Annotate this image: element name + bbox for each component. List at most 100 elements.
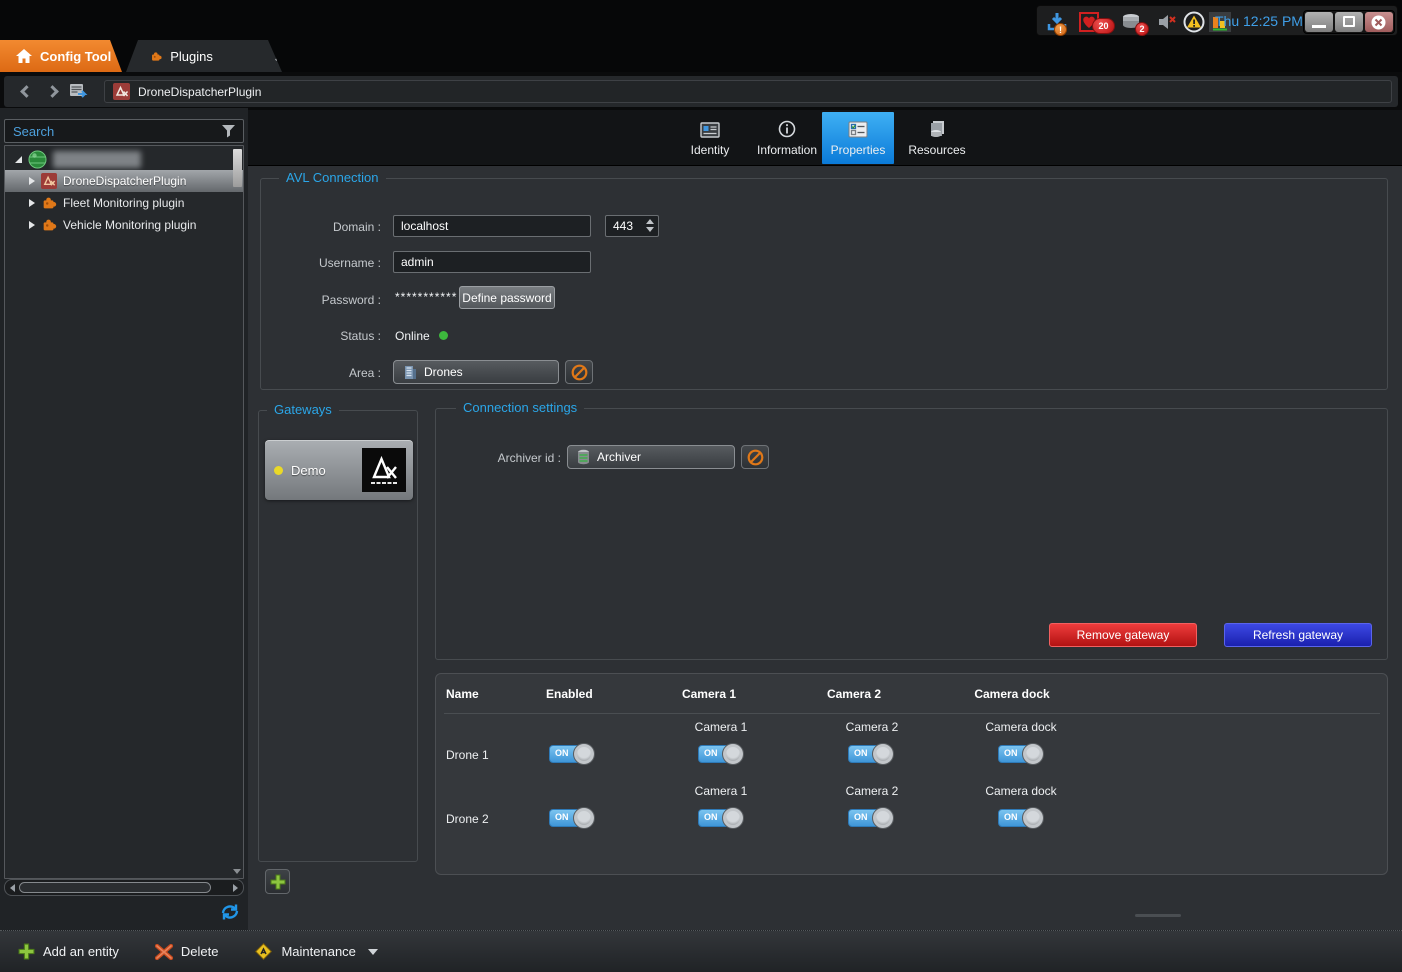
maintenance-button[interactable]: Maintenance xyxy=(244,937,387,967)
tab-properties-label: Properties xyxy=(831,143,886,157)
tab-resources[interactable]: Resources xyxy=(897,112,977,164)
drone2-camera2-toggle[interactable]: ON xyxy=(848,807,894,829)
gateway-tile-demo[interactable]: Demo xyxy=(265,440,413,500)
tree-item-drone-dispatcher-plugin[interactable]: DroneDispatcherPlugin xyxy=(5,170,243,192)
drone1-enabled-toggle[interactable]: ON xyxy=(549,743,595,765)
scroll-down-arrow[interactable] xyxy=(233,869,241,874)
camera-label: Camera 2 xyxy=(832,720,912,734)
expand-closed-icon[interactable] xyxy=(29,199,35,207)
home-icon xyxy=(16,49,32,63)
add-entity-button[interactable]: Add an entity xyxy=(8,937,129,967)
archiver-dropdown[interactable]: Archiver xyxy=(567,445,735,469)
toggle-knob xyxy=(573,743,595,765)
area-clear-button[interactable] xyxy=(565,360,593,384)
refresh-icon[interactable] xyxy=(219,901,241,923)
toggle-state: ON xyxy=(1004,812,1018,822)
horizontal-scrollbar[interactable] xyxy=(4,879,244,896)
back-icon[interactable] xyxy=(20,85,33,98)
redacted-root-label xyxy=(53,151,141,168)
entity-browser-sidebar: DroneDispatcherPlugin Fleet Monitoring p… xyxy=(0,108,248,930)
toggle-state: ON xyxy=(704,812,718,822)
password-label: Password : xyxy=(271,293,381,307)
toggle-knob xyxy=(722,807,744,829)
filter-icon[interactable] xyxy=(221,124,236,138)
gateway-status-dot xyxy=(274,466,283,475)
breadcrumb-bar: DroneDispatcherPlugin xyxy=(4,76,1398,107)
camera-label: Camera dock xyxy=(966,720,1076,734)
close-button[interactable] xyxy=(1365,12,1393,32)
scroll-left-arrow[interactable] xyxy=(10,884,15,892)
health-warning-icon[interactable] xyxy=(1183,11,1205,33)
title-bar: ! 20 2 xyxy=(0,0,1402,40)
port-spinner[interactable]: 443 xyxy=(605,215,659,237)
drone2-camera-dock-toggle[interactable]: ON xyxy=(998,807,1044,829)
panel-title: AVL Connection xyxy=(279,170,386,185)
username-label: Username : xyxy=(271,256,381,270)
toggle-knob xyxy=(573,807,595,829)
refresh-gateway-button[interactable]: Refresh gateway xyxy=(1224,623,1372,647)
expand-closed-icon[interactable] xyxy=(29,221,35,229)
vertical-scrollbar-thumb[interactable] xyxy=(233,149,242,187)
drone1-camera1-toggle[interactable]: ON xyxy=(698,743,744,765)
tab-properties[interactable]: Properties xyxy=(822,112,894,164)
header-separator xyxy=(444,713,1380,714)
plus-icon xyxy=(270,874,286,890)
maximize-button[interactable] xyxy=(1335,12,1363,32)
drone1-camera-dock-toggle[interactable]: ON xyxy=(998,743,1044,765)
archiver-icon xyxy=(577,449,590,465)
tab-information[interactable]: Information xyxy=(745,112,829,164)
tree-item-fleet-monitoring[interactable]: Fleet Monitoring plugin xyxy=(5,192,243,214)
horizontal-scrollbar-thumb[interactable] xyxy=(19,882,211,893)
tree-item-label: DroneDispatcherPlugin xyxy=(63,174,186,188)
expand-closed-icon[interactable] xyxy=(29,177,35,185)
add-gateway-button[interactable] xyxy=(265,869,290,894)
tab-plugins[interactable]: Plugins xyxy=(126,40,282,72)
add-icon xyxy=(18,943,35,960)
col-header-name: Name xyxy=(446,687,479,701)
delete-button[interactable]: Delete xyxy=(145,937,229,967)
minimize-button[interactable] xyxy=(1305,12,1333,32)
status-label: Status : xyxy=(271,329,381,343)
toggle-state: ON xyxy=(555,748,569,758)
no-entry-icon xyxy=(571,364,588,381)
muted-speaker-icon[interactable] xyxy=(1157,13,1177,31)
breadcrumb[interactable]: DroneDispatcherPlugin xyxy=(104,80,1392,103)
delete-label: Delete xyxy=(181,944,219,959)
tree-item-vehicle-monitoring[interactable]: Vehicle Monitoring plugin xyxy=(5,214,243,236)
scroll-right-arrow[interactable] xyxy=(233,884,238,892)
domain-input[interactable] xyxy=(393,215,591,237)
port-value: 443 xyxy=(613,219,633,233)
tab-config-tool[interactable]: Config Tool xyxy=(0,40,122,72)
spin-down-icon[interactable] xyxy=(646,227,654,232)
tree-item-label: Fleet Monitoring plugin xyxy=(63,196,184,210)
col-header-camera1: Camera 1 xyxy=(669,687,749,701)
drone2-enabled-toggle[interactable]: ON xyxy=(549,807,595,829)
archiver-clear-button[interactable] xyxy=(741,445,769,469)
username-input[interactable] xyxy=(393,251,591,273)
expand-open-icon[interactable] xyxy=(15,156,22,163)
define-password-button[interactable]: Define password xyxy=(459,286,555,309)
tree-root-item[interactable] xyxy=(5,148,243,170)
spinner-arrows[interactable] xyxy=(646,219,654,232)
toggle-state: ON xyxy=(555,812,569,822)
close-icon xyxy=(1371,15,1386,30)
drone-plugin-icon xyxy=(41,173,57,189)
spin-up-icon[interactable] xyxy=(646,219,654,224)
search-input[interactable] xyxy=(5,124,221,139)
drone2-camera1-toggle[interactable]: ON xyxy=(698,807,744,829)
identity-icon xyxy=(700,122,720,138)
remove-gateway-button[interactable]: Remove gateway xyxy=(1049,623,1197,647)
area-dropdown[interactable]: Drones xyxy=(393,360,559,384)
tab-identity[interactable]: Identity xyxy=(677,112,743,164)
forward-icon[interactable] xyxy=(46,85,59,98)
maintenance-label: Maintenance xyxy=(281,944,355,959)
entity-tree: DroneDispatcherPlugin Fleet Monitoring p… xyxy=(4,145,244,879)
area-value: Drones xyxy=(424,365,463,379)
archiver-value: Archiver xyxy=(597,450,641,464)
splitter-grip[interactable] xyxy=(1135,914,1181,917)
download-alert-badge: ! xyxy=(1054,23,1067,36)
tab-close-icon[interactable] xyxy=(275,51,282,61)
toggle-knob xyxy=(872,807,894,829)
report-icon[interactable] xyxy=(68,82,88,101)
drone1-camera2-toggle[interactable]: ON xyxy=(848,743,894,765)
